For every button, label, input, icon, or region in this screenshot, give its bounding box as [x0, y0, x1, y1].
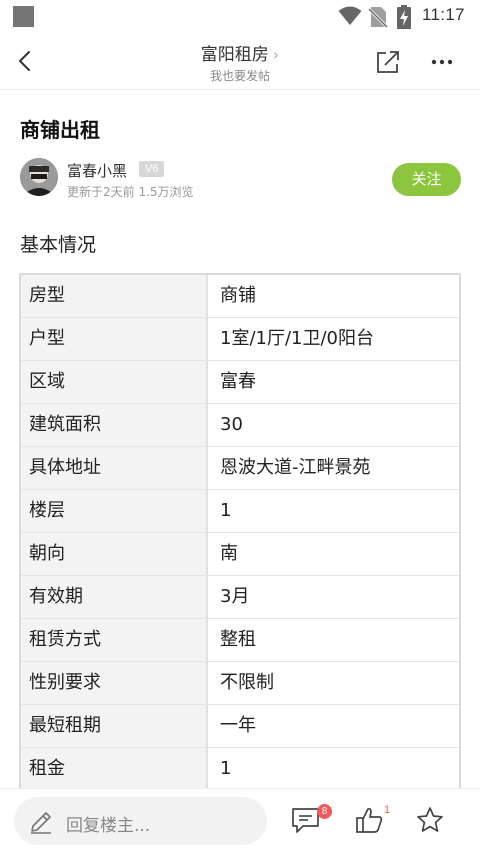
reply-input[interactable]: 回复楼主...: [14, 797, 267, 845]
status-bar: 11:17: [0, 0, 480, 34]
row-value: 商铺: [220, 285, 256, 306]
table-row: 租金 1: [21, 748, 459, 791]
row-key: 有效期: [21, 576, 208, 618]
level-badge: V6: [139, 161, 165, 177]
row-key: 具体地址: [21, 447, 208, 489]
clock: 11:17: [422, 5, 465, 24]
battery-charging-icon: [397, 5, 411, 29]
chevron-right-icon: ›: [272, 45, 280, 64]
like-count: 1: [384, 804, 391, 816]
row-key: 最短租期: [21, 705, 208, 747]
follow-button[interactable]: 关注: [392, 163, 461, 196]
table-row: 楼层 1: [21, 490, 459, 533]
row-value: 南: [220, 543, 238, 564]
info-table: 房型 商铺 户型 1室/1厅/1卫/0阳台 区域 富春 建筑面积 30 具体地址…: [19, 273, 461, 791]
row-key: 区域: [21, 361, 208, 403]
back-arrow-icon[interactable]: [12, 47, 40, 75]
table-row: 性别要求 不限制: [21, 662, 459, 705]
row-value: 整租: [220, 629, 256, 650]
row-key: 朝向: [21, 533, 208, 575]
row-value: 恩波大道-江畔景苑: [220, 457, 371, 478]
row-value: 1: [220, 758, 232, 779]
forum-title: 富阳租房: [200, 45, 269, 65]
row-value: 富春: [220, 371, 256, 392]
row-value: 一年: [220, 715, 256, 736]
row-key: 楼层: [21, 490, 208, 532]
table-row: 房型 商铺: [21, 275, 459, 318]
row-value: 不限制: [220, 672, 274, 693]
table-row: 户型 1室/1厅/1卫/0阳台: [21, 318, 459, 361]
row-value: 1室/1厅/1卫/0阳台: [220, 328, 375, 349]
bottom-action-bar: 回复楼主... 8 1: [0, 788, 480, 853]
app-notification-icon: [13, 6, 34, 27]
star-icon[interactable]: [416, 806, 444, 834]
avatar[interactable]: [20, 158, 58, 196]
thumbs-up-icon[interactable]: [355, 806, 385, 834]
table-row: 区域 富春: [21, 361, 459, 404]
author-name[interactable]: 富春小黑: [67, 160, 127, 181]
share-icon[interactable]: [374, 48, 402, 76]
top-nav-bar: 富阳租房 › 我也要发帖: [0, 34, 480, 90]
row-value: 30: [220, 414, 243, 435]
table-row: 有效期 3月: [21, 576, 459, 619]
row-key: 性别要求: [21, 662, 208, 704]
pencil-icon: [31, 812, 51, 834]
table-row: 朝向 南: [21, 533, 459, 576]
row-key: 房型: [21, 275, 208, 317]
row-value: 3月: [220, 586, 250, 607]
no-sim-icon: [368, 7, 388, 28]
row-key: 建筑面积: [21, 404, 208, 446]
table-row: 建筑面积 30: [21, 404, 459, 447]
reply-placeholder: 回复楼主...: [66, 816, 151, 836]
table-row: 最短租期 一年: [21, 705, 459, 748]
more-icon[interactable]: [428, 48, 456, 76]
post-meta: 更新于2天前 1.5万浏览: [67, 185, 194, 199]
table-row: 租赁方式 整租: [21, 619, 459, 662]
post-title: 商铺出租: [20, 118, 100, 142]
row-value: 1: [220, 500, 232, 521]
forum-title-link[interactable]: 富阳租房 › 我也要发帖: [140, 40, 340, 84]
row-key: 租金: [21, 748, 208, 790]
section-title: 基本情况: [20, 234, 97, 256]
table-row: 具体地址 恩波大道-江畔景苑: [21, 447, 459, 490]
row-key: 租赁方式: [21, 619, 208, 661]
wifi-icon: [338, 6, 362, 25]
row-key: 户型: [21, 318, 208, 360]
comment-count-badge: 8: [317, 804, 332, 819]
forum-subtitle[interactable]: 我也要发帖: [140, 67, 340, 84]
